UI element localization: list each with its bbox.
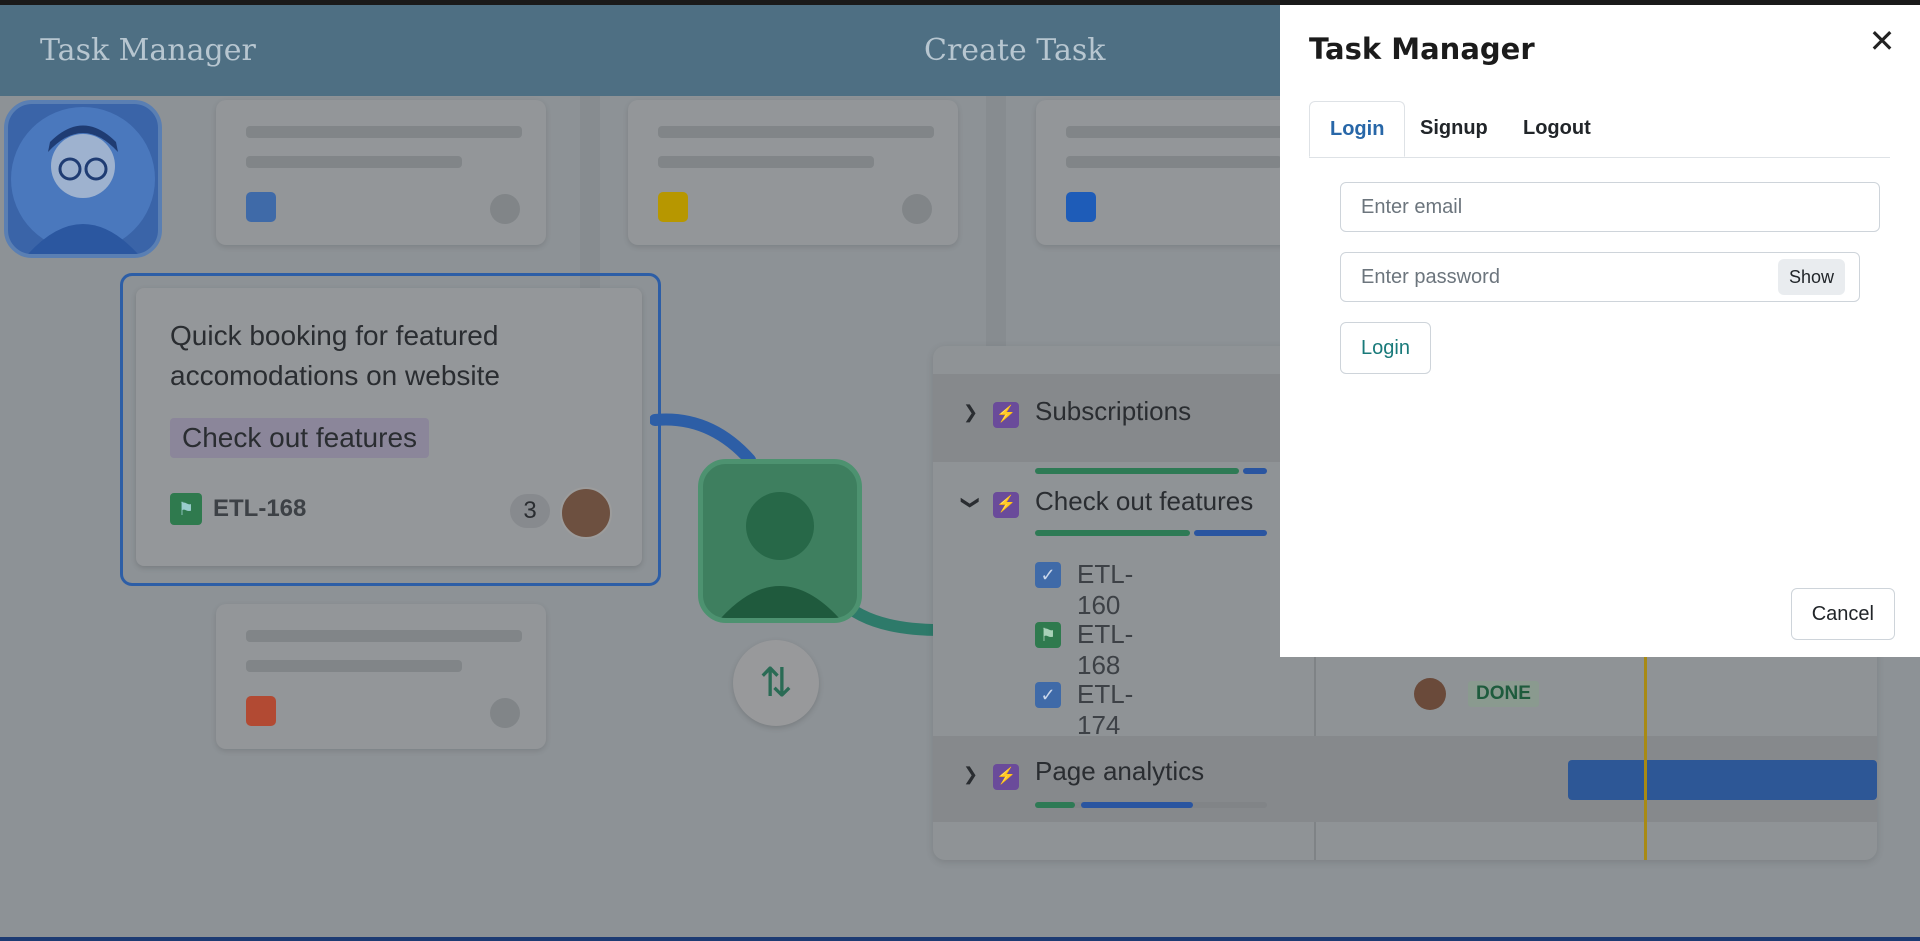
epic-icon: ⚡ — [993, 402, 1019, 428]
board-lane-divider — [986, 96, 1006, 346]
roadmap-row-name: Page analytics — [1035, 756, 1205, 786]
password-field[interactable]: Enter password Show — [1340, 252, 1860, 302]
board-card[interactable] — [628, 100, 958, 245]
merge-branch-icon[interactable]: ⇅ — [733, 640, 819, 726]
assignee-avatar — [560, 487, 612, 539]
login-button[interactable]: Login — [1340, 322, 1431, 374]
comment-count-badge: 3 — [510, 494, 550, 528]
timeline-bar[interactable] — [1568, 760, 1877, 800]
bookmark-icon: ⚑ — [1035, 622, 1061, 648]
chevron-down-icon[interactable]: ❯ — [960, 495, 981, 510]
board-card[interactable] — [216, 604, 546, 749]
cancel-button[interactable]: Cancel — [1790, 588, 1895, 640]
assignee-avatar — [1414, 678, 1446, 710]
issue-card[interactable]: Quick booking for featured accomodations… — [136, 288, 642, 566]
auth-dialog: Task Manager ✕ Login Signup Logout Enter… — [1280, 5, 1920, 657]
issue-title: Quick booking for featured accomodations… — [170, 320, 500, 391]
roadmap-row-name: Check out features — [1035, 486, 1254, 516]
epic-icon: ⚡ — [993, 764, 1019, 790]
user-avatar-green — [698, 459, 862, 623]
chevron-right-icon[interactable]: ❯ — [963, 402, 978, 423]
tab-login[interactable]: Login — [1309, 101, 1406, 157]
roadmap-row-name: Subscriptions — [1035, 396, 1192, 426]
show-password-button[interactable]: Show — [1777, 259, 1845, 295]
epic-icon: ⚡ — [993, 492, 1019, 518]
password-placeholder: Enter password — [1361, 266, 1500, 288]
issue-key: ETL-168 — [213, 495, 307, 522]
tab-logout[interactable]: Logout — [1503, 101, 1611, 155]
issue-epic-tag: Check out features — [170, 418, 430, 458]
auth-tabs: Login Signup Logout — [1309, 101, 1890, 158]
dialog-title: Task Manager — [1309, 32, 1535, 66]
window-bottom-strip — [0, 937, 1920, 941]
person-icon — [721, 492, 839, 618]
user-avatar-blue — [4, 100, 162, 258]
app-title: Task Manager — [40, 33, 256, 68]
board-card[interactable] — [216, 100, 546, 245]
status-badge: DONE — [1468, 681, 1539, 707]
close-icon[interactable]: ✕ — [1864, 23, 1900, 59]
email-field[interactable]: Enter email — [1340, 182, 1880, 232]
tab-signup[interactable]: Signup — [1400, 101, 1508, 155]
today-marker — [1644, 656, 1647, 860]
checkbox-task-icon: ✓ — [1035, 682, 1061, 708]
subtask-key: ETL-168 — [1077, 619, 1134, 680]
chevron-right-icon[interactable]: ❯ — [963, 764, 978, 785]
create-task-link[interactable]: Create Task — [924, 33, 1105, 68]
checkbox-task-icon: ✓ — [1035, 562, 1061, 588]
subtask-key: ETL-160 — [1077, 559, 1134, 620]
person-glasses-icon — [11, 107, 155, 254]
subtask-key: ETL-174 — [1077, 679, 1134, 740]
bookmark-icon: ⚑ — [170, 493, 202, 525]
